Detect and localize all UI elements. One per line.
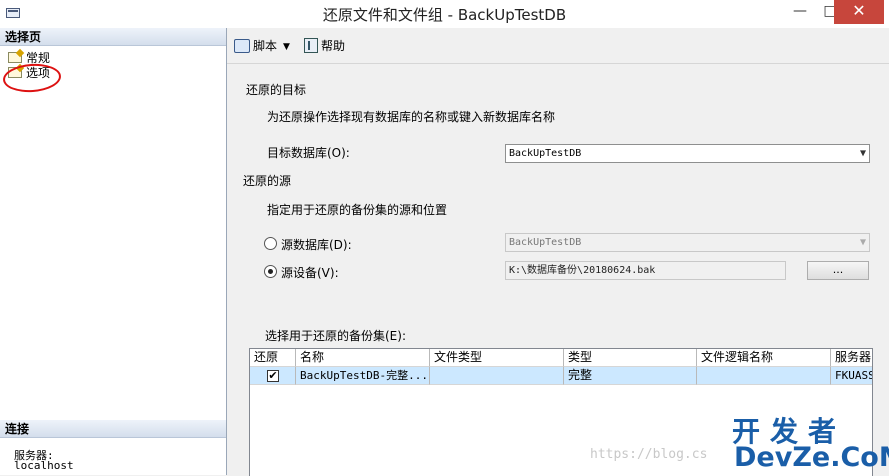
logical-name-cell <box>697 367 831 385</box>
grid-header-row: 还原 名称 文件类型 类型 文件逻辑名称 服务器 <box>250 349 872 367</box>
type-cell: 完整 <box>564 367 697 385</box>
watermark-en: DevZe.CoM <box>734 442 889 473</box>
target-db-label: 目标数据库(O): <box>267 146 350 160</box>
restore-source-instruction: 指定用于还原的备份集的源和位置 <box>267 203 448 217</box>
chevron-down-icon[interactable]: ▼ <box>860 145 866 162</box>
blog-watermark: https://blog.cs <box>590 447 708 462</box>
toolbar: 脚本 ▼ 帮助 <box>227 28 889 64</box>
restore-source-heading: 还原的源 <box>243 174 292 188</box>
column-header-name[interactable]: 名称 <box>296 349 430 367</box>
left-panel: 选择页 常规 选项 连接 服务器: localhost <box>0 28 227 475</box>
site-watermark: 开发者 DevZe.CoM <box>732 410 889 474</box>
help-icon <box>304 38 318 53</box>
restore-target-instruction: 为还原操作选择现有数据库的名称或键入新数据库名称 <box>267 110 556 124</box>
target-db-combobox[interactable]: BackUpTestDB ▼ <box>505 144 870 163</box>
restore-checkbox[interactable]: ✔ <box>267 370 279 382</box>
chevron-down-icon[interactable]: ▼ <box>860 234 866 251</box>
column-header-logical-name[interactable]: 文件逻辑名称 <box>697 349 831 367</box>
restore-cell: ✔ <box>250 367 296 385</box>
script-button[interactable]: 脚本 ▼ <box>234 38 290 54</box>
source-db-radio[interactable] <box>264 237 277 250</box>
table-row[interactable]: ✔ BackUpTestDB-完整... 完整 FKUASS <box>250 367 872 385</box>
name-cell: BackUpTestDB-完整... <box>296 367 430 385</box>
help-label: 帮助 <box>321 39 346 53</box>
script-label: 脚本 <box>253 39 278 53</box>
column-header-file-type[interactable]: 文件类型 <box>430 349 564 367</box>
restore-target-heading: 还原的目标 <box>246 83 307 97</box>
title-bar: 还原文件和文件组 - BackUpTestDB — □ ✕ <box>0 0 889 29</box>
server-value: localhost <box>14 459 74 472</box>
source-device-value: K:\数据库备份\20180624.bak <box>509 265 656 276</box>
server-cell: FKUASS <box>831 367 872 385</box>
close-button[interactable]: ✕ <box>834 0 884 24</box>
connection-header: 连接 <box>0 420 226 438</box>
source-device-radio[interactable] <box>264 265 277 278</box>
page-icon <box>8 52 22 63</box>
file-type-cell <box>430 367 564 385</box>
source-db-value: BackUpTestDB <box>509 237 582 248</box>
column-header-type[interactable]: 类型 <box>564 349 697 367</box>
column-header-restore[interactable]: 还原 <box>250 349 296 367</box>
target-db-value: BackUpTestDB <box>509 148 582 159</box>
source-device-label: 源设备(V): <box>281 266 339 280</box>
source-device-field[interactable]: K:\数据库备份\20180624.bak <box>505 261 786 280</box>
select-page-header: 选择页 <box>0 28 226 46</box>
backup-sets-label: 选择用于还原的备份集(E): <box>265 329 406 343</box>
script-icon <box>234 39 250 53</box>
browse-button[interactable]: ... <box>807 261 869 280</box>
source-db-combobox[interactable]: BackUpTestDB ▼ <box>505 233 870 252</box>
column-header-server[interactable]: 服务器 <box>831 349 872 367</box>
help-button[interactable]: 帮助 <box>304 38 345 54</box>
source-db-label: 源数据库(D): <box>281 238 352 252</box>
window-title: 还原文件和文件组 - BackUpTestDB <box>322 6 567 24</box>
chevron-down-icon[interactable]: ▼ <box>283 39 290 55</box>
